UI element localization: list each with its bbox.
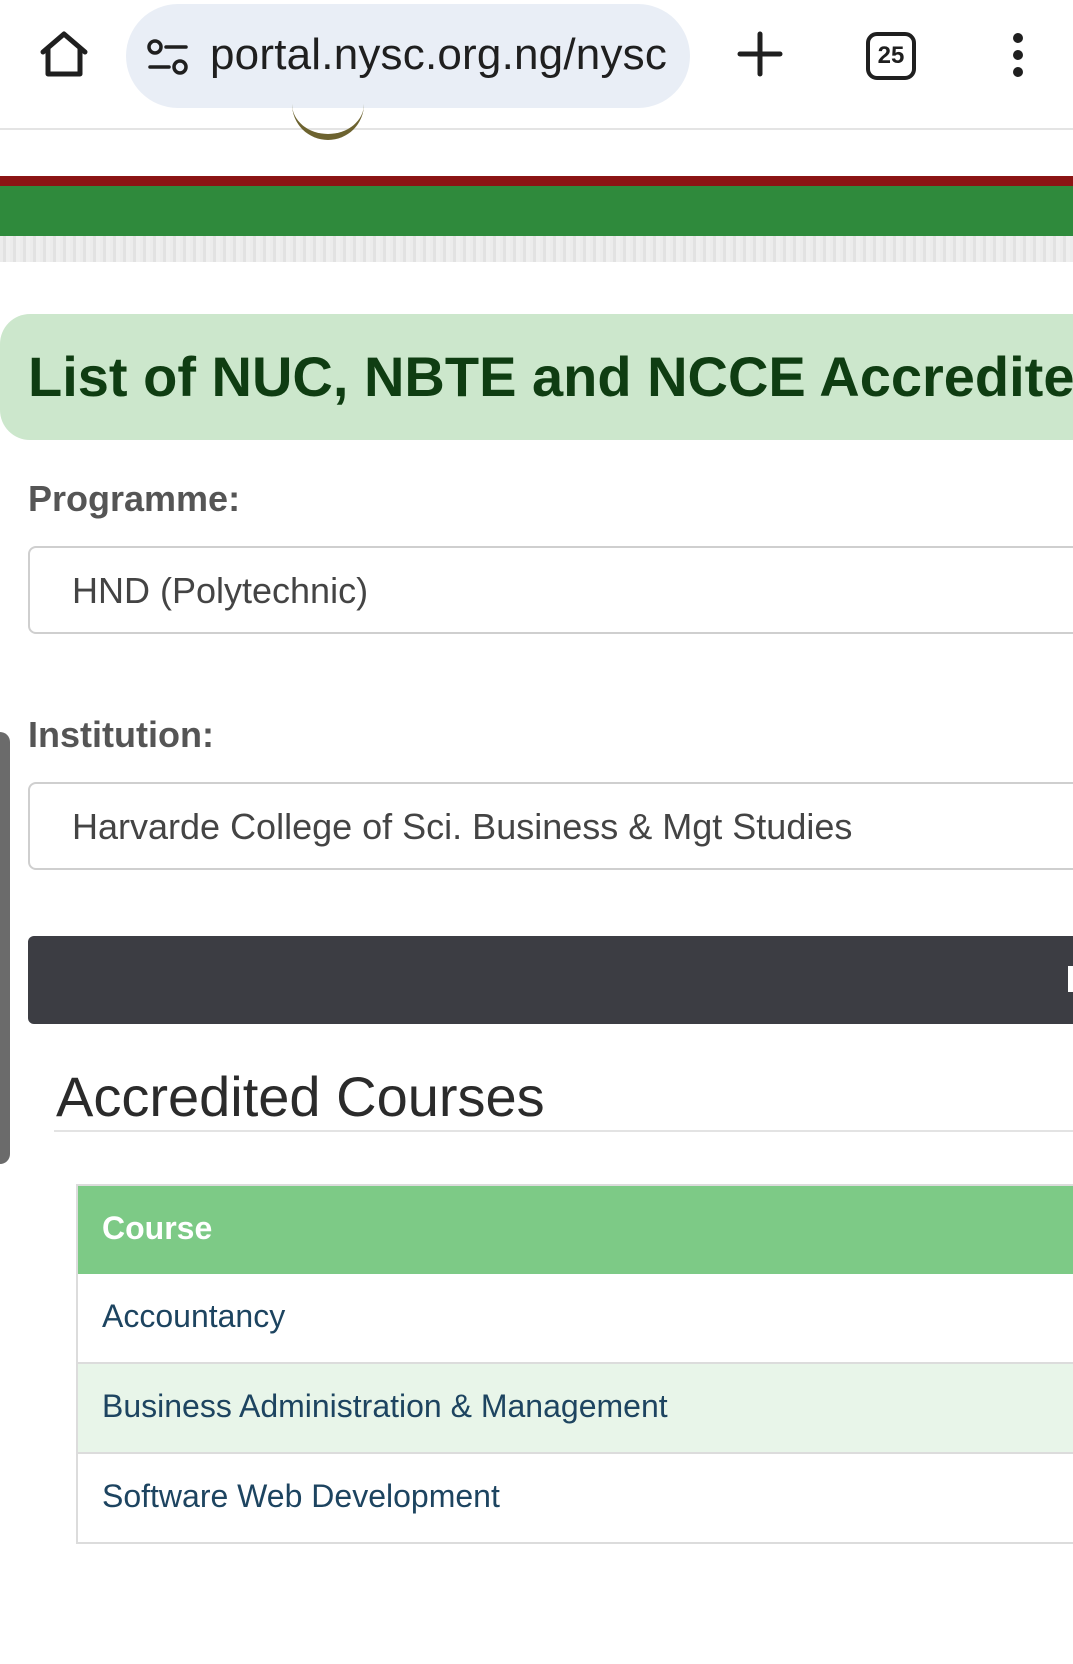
course-name: Business Administration & Management xyxy=(102,1388,668,1424)
page-title: List of NUC, NBTE and NCCE Accredited Co xyxy=(28,345,1073,408)
address-bar[interactable]: portal.nysc.org.ng/nysc xyxy=(126,4,690,108)
table-row: Software Web Development xyxy=(78,1454,1073,1544)
institution-select[interactable]: Harvarde College of Sci. Business & Mgt … xyxy=(28,782,1073,870)
section-divider xyxy=(54,1130,1073,1132)
url-text[interactable]: portal.nysc.org.ng/nysc xyxy=(210,30,667,80)
new-tab-button[interactable] xyxy=(734,28,786,80)
home-icon xyxy=(40,31,88,77)
site-settings-icon xyxy=(147,39,188,75)
programme-select[interactable]: HND (Polytechnic) xyxy=(28,546,1073,634)
browser-menu-button[interactable] xyxy=(1002,30,1034,80)
plus-icon xyxy=(737,31,783,77)
site-settings-button[interactable] xyxy=(146,38,190,76)
side-scroll-handle[interactable] xyxy=(0,732,10,1164)
programme-selected-value: HND (Polytechnic) xyxy=(72,570,369,611)
table-header: Course xyxy=(78,1186,1073,1274)
tab-count: 25 xyxy=(877,42,905,69)
header-red-stripe xyxy=(0,176,1073,186)
page: portal.nysc.org.ng/nysc 25 List of NUC, … xyxy=(0,0,1073,1664)
header-texture-strip xyxy=(0,236,1073,262)
column-header-course: Course xyxy=(102,1210,213,1246)
submit-button[interactable] xyxy=(28,936,1073,1024)
programme-label: Programme: xyxy=(28,478,241,519)
course-name: Accountancy xyxy=(102,1298,286,1334)
table-row: Business Administration & Management xyxy=(78,1364,1073,1454)
course-name: Software Web Development xyxy=(102,1478,500,1514)
tab-switcher-button[interactable]: 25 xyxy=(866,32,916,80)
more-vert-icon xyxy=(1013,33,1023,77)
header-green-band xyxy=(0,186,1073,236)
section-title: Accredited Courses xyxy=(56,1065,545,1128)
browser-toolbar: portal.nysc.org.ng/nysc 25 xyxy=(0,0,1073,130)
page-title-banner: List of NUC, NBTE and NCCE Accredited Co xyxy=(0,314,1073,440)
table-row: Accountancy xyxy=(78,1274,1073,1364)
site-logo-edge xyxy=(292,100,364,140)
courses-table: Course Accountancy Business Administrati… xyxy=(76,1184,1073,1544)
institution-label: Institution: xyxy=(28,714,214,755)
home-button[interactable] xyxy=(36,26,92,82)
submit-button-icon-edge xyxy=(1068,966,1073,992)
institution-selected-value: Harvarde College of Sci. Business & Mgt … xyxy=(72,806,853,847)
